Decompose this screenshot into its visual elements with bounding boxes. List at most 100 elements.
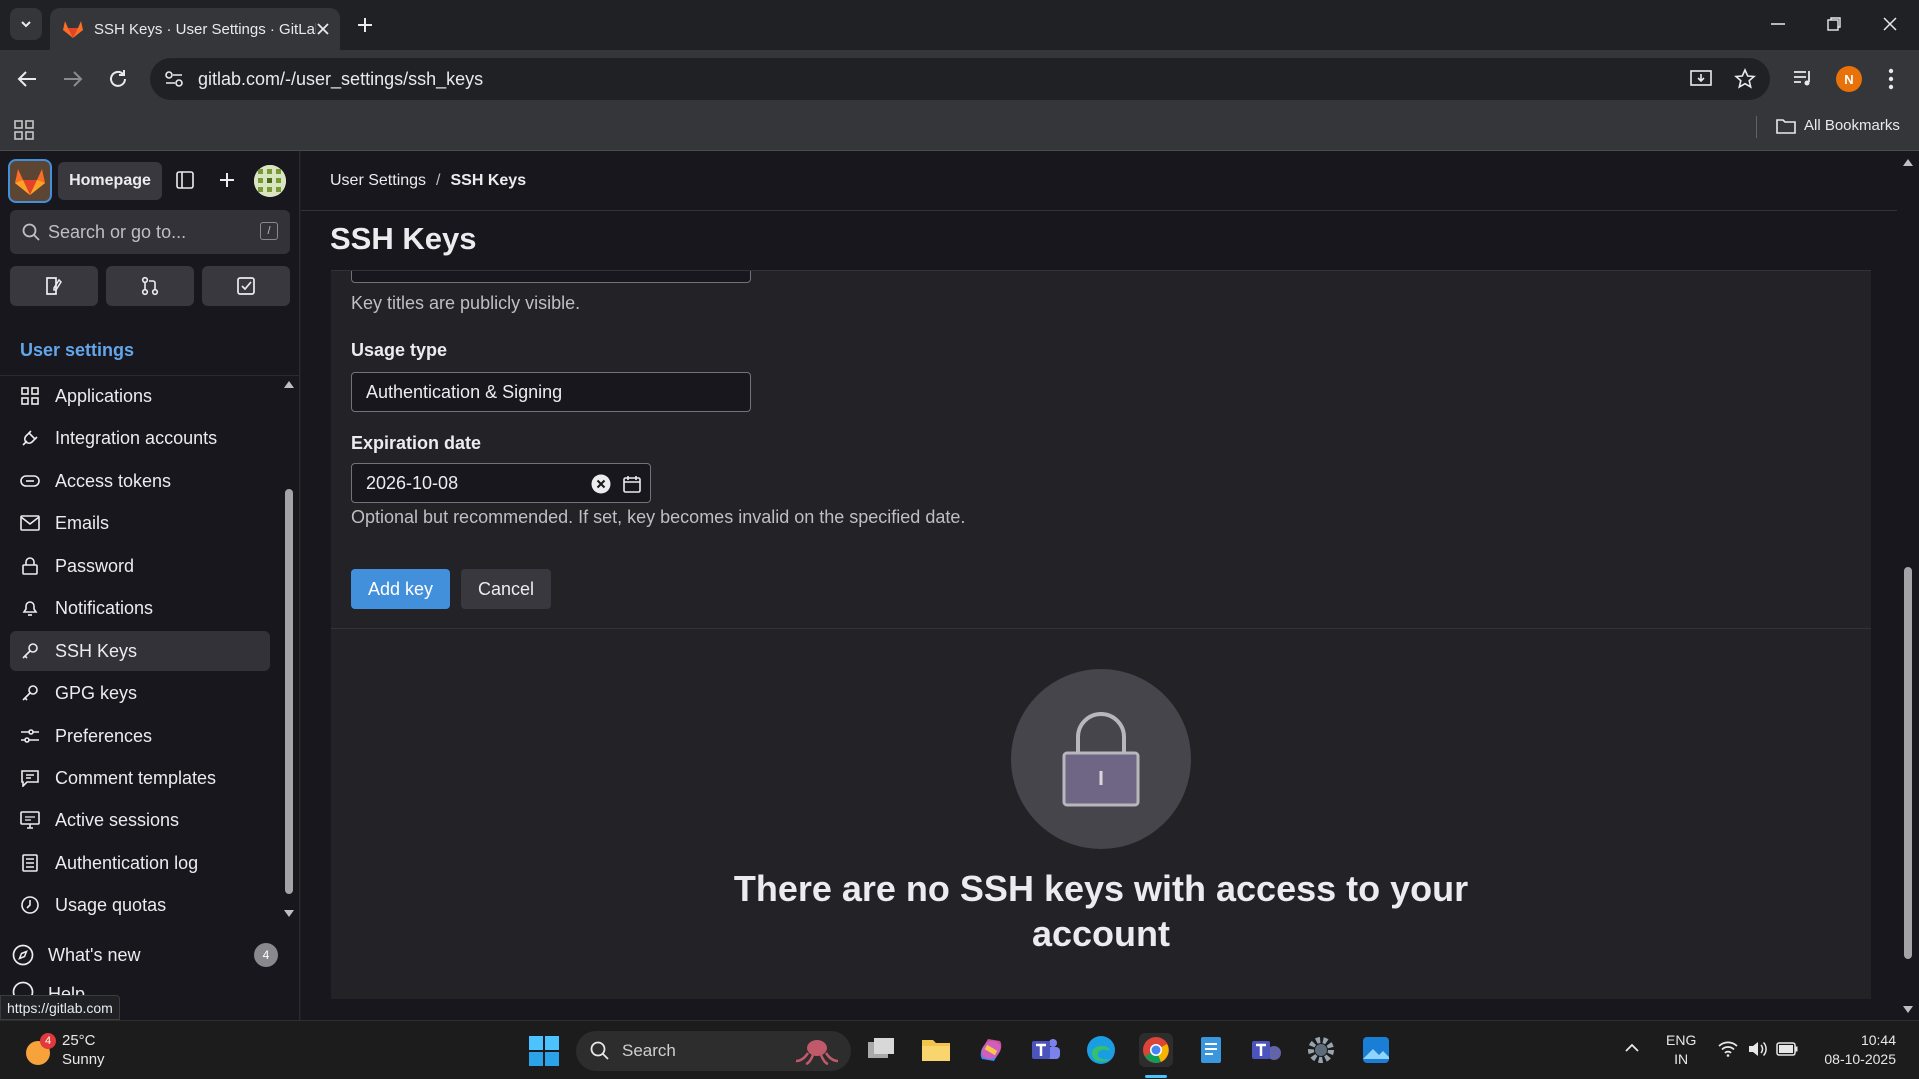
homepage-button[interactable]: Homepage (58, 162, 162, 200)
all-bookmarks-button[interactable]: All Bookmarks (1776, 117, 1900, 134)
calendar-icon[interactable] (622, 474, 642, 494)
clear-date-icon[interactable] (591, 474, 611, 494)
whats-new-item[interactable]: What's new 4 (12, 937, 282, 973)
nav-item-emails[interactable]: Emails (10, 503, 270, 543)
create-new-icon[interactable] (218, 171, 236, 189)
back-icon[interactable] (16, 69, 38, 89)
active-tab[interactable]: SSH Keys · User Settings · GitLab (50, 8, 340, 50)
page-scroll-down-icon[interactable] (1902, 1005, 1914, 1015)
clock[interactable]: 10:44 08-10-2025 (1816, 1031, 1896, 1069)
cancel-label: Cancel (477, 578, 535, 599)
address-bar[interactable]: gitlab.com/-/user_settings/ssh_keys (150, 58, 1770, 100)
tab-list-dropdown[interactable] (10, 8, 42, 40)
page-scroll-up-icon[interactable] (1902, 157, 1914, 167)
todos-button[interactable] (202, 266, 290, 306)
breadcrumb-divider (301, 210, 1897, 211)
issues-button[interactable] (10, 266, 98, 306)
bell-icon (22, 601, 38, 616)
nav-label: Usage quotas (55, 894, 167, 915)
nav-item-preferences[interactable]: Preferences (10, 716, 270, 756)
apps-grid-icon[interactable] (14, 120, 34, 140)
whats-new-count-badge: 4 (254, 943, 278, 967)
teams-classic-icon[interactable] (1249, 1033, 1283, 1067)
language-indicator[interactable]: ENG IN (1666, 1031, 1696, 1069)
copilot-icon[interactable] (974, 1033, 1008, 1067)
page-scroll-thumb[interactable] (1904, 567, 1912, 959)
restore-icon[interactable] (1826, 16, 1842, 32)
bookmark-star-icon[interactable] (1734, 68, 1756, 90)
search-box[interactable]: Search or go to... / (10, 210, 290, 254)
gitlab-logo-button[interactable] (8, 159, 52, 203)
weather-widget[interactable]: 4 25°C Sunny (24, 1031, 105, 1069)
nav-label: SSH Keys (55, 640, 138, 661)
breadcrumb-separator: / (436, 172, 441, 189)
wifi-icon[interactable] (1718, 1041, 1738, 1057)
taskbar-search[interactable]: Search (576, 1031, 851, 1071)
search-shortcut-badge: / (260, 222, 278, 240)
breadcrumb-user-settings[interactable]: User Settings (330, 172, 426, 190)
edge-icon[interactable] (1084, 1033, 1118, 1067)
nav-label: Access tokens (55, 470, 172, 491)
key-title-input[interactable] (351, 271, 751, 283)
expiration-date-input[interactable]: 2026-10-08 (351, 463, 651, 503)
windows-start-icon[interactable] (528, 1035, 560, 1067)
forward-icon[interactable] (62, 69, 84, 89)
profile-avatar[interactable]: N (1836, 66, 1862, 92)
user-avatar[interactable] (254, 165, 286, 197)
merge-requests-button[interactable] (106, 266, 194, 306)
nav-item-password[interactable]: Password (10, 546, 270, 586)
add-key-button[interactable]: Add key (351, 569, 450, 609)
main-content: User Settings / SSH Keys SSH Keys Key ti… (301, 151, 1897, 1020)
nav-item-usage-quotas[interactable]: Usage quotas (10, 885, 270, 925)
scroll-down-arrow-icon[interactable] (283, 909, 295, 919)
volume-icon[interactable] (1747, 1040, 1767, 1058)
nav-item-authentication-log[interactable]: Authentication log (10, 843, 270, 883)
media-controls-icon[interactable] (1792, 68, 1814, 88)
browser-menu-icon[interactable] (1888, 68, 1894, 90)
nav-item-applications[interactable]: Applications (10, 376, 270, 416)
nav-item-active-sessions[interactable]: Active sessions (10, 800, 270, 840)
toggle-sidebar-icon[interactable] (176, 171, 194, 189)
battery-icon[interactable] (1776, 1042, 1798, 1056)
close-window-icon[interactable] (1882, 16, 1898, 32)
nav-item-access-tokens[interactable]: Access tokens (10, 461, 270, 501)
settings-icon[interactable] (1304, 1033, 1338, 1067)
reload-icon[interactable] (107, 68, 129, 90)
empty-state-illustration (1011, 669, 1191, 849)
issues-icon (46, 277, 62, 295)
user-settings-heading[interactable]: User settings (20, 340, 134, 361)
nav-label: Comment templates (55, 767, 217, 788)
install-app-icon[interactable] (1690, 69, 1712, 89)
nav-item-ssh-keys[interactable]: SSH Keys (10, 631, 270, 671)
region-code: IN (1674, 1051, 1689, 1067)
minimize-icon[interactable] (1770, 22, 1786, 26)
file-explorer-icon[interactable] (919, 1033, 953, 1067)
cancel-button[interactable]: Cancel (461, 569, 551, 609)
nav-item-comment-templates[interactable]: Comment templates (10, 758, 270, 798)
nav-item-gpg-keys[interactable]: GPG keys (10, 673, 270, 713)
task-view-icon[interactable] (864, 1033, 898, 1067)
close-tab-icon[interactable] (316, 22, 330, 36)
search-icon (22, 223, 40, 241)
new-tab-icon[interactable] (356, 16, 374, 34)
photos-icon[interactable] (1359, 1033, 1393, 1067)
notepad-icon[interactable] (1194, 1033, 1228, 1067)
teams-icon[interactable] (1029, 1033, 1063, 1067)
scroll-up-arrow-icon[interactable] (283, 379, 295, 389)
sidebar-scroll-thumb[interactable] (285, 489, 293, 894)
usage-type-select[interactable]: Authentication & Signing (351, 372, 751, 412)
plug-icon (22, 430, 38, 446)
mail-icon (20, 515, 40, 531)
sidebar-scrollbar[interactable] (283, 379, 295, 919)
nav-item-integration-accounts[interactable]: Integration accounts (10, 418, 270, 458)
breadcrumb-ssh-keys[interactable]: SSH Keys (451, 172, 527, 190)
language-code: ENG (1666, 1032, 1697, 1048)
nav-label: Preferences (55, 725, 153, 746)
nav-item-notifications[interactable]: Notifications (10, 588, 270, 628)
key-title-help: Key titles are publicly visible. (351, 293, 581, 313)
page-scrollbar[interactable] (1897, 151, 1919, 1020)
show-hidden-icons-chevron-icon[interactable] (1624, 1043, 1640, 1053)
site-info-icon[interactable] (164, 70, 184, 88)
chrome-icon[interactable] (1139, 1033, 1173, 1067)
tab-title: SSH Keys · User Settings · GitLab (94, 20, 316, 38)
